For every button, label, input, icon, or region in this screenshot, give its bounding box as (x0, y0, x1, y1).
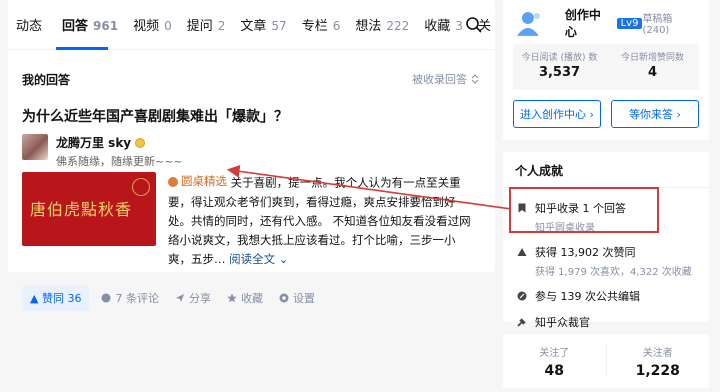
section-title: 我的回答 (22, 72, 71, 87)
star-icon (227, 293, 237, 302)
tab-thoughts[interactable]: 想法 222 (355, 15, 409, 34)
creator-buttons: 进入创作中心 › 等你来答 › (503, 90, 709, 128)
stat-reads: 今日阅读 (播放) 数 3,537 (521, 53, 598, 80)
creator-center-card: 创作中心 Lv9 草稿箱(240) 今日阅读 (播放) 数 3,537 今日新增… (503, 0, 709, 140)
roundtable-pick-tag[interactable]: 圆桌精选 (168, 172, 227, 191)
achievement-votes-sub: 获得 1,979 次喜欢，4,322 次收藏 (535, 267, 692, 278)
follow-stats-card: 关注了 48 关注者 1,228 (503, 334, 709, 388)
followers-count[interactable]: 关注者 1,228 (607, 344, 710, 388)
achievement-role: 知乎众裁官 (503, 304, 709, 330)
collect-button[interactable]: 收藏 (227, 290, 263, 306)
share-button[interactable]: 分享 (175, 290, 211, 306)
enter-creator-center-button[interactable]: 进入创作中心 › (513, 100, 601, 128)
gear-icon (279, 293, 289, 302)
search-icon[interactable] (465, 16, 483, 34)
roundtable-icon (168, 176, 178, 187)
sidebar: 创作中心 Lv9 草稿箱(240) 今日阅读 (播放) 数 3,537 今日新增… (503, 0, 709, 388)
main-column: 动态 回答 961 视频 0 提问 2 文章 57 专栏 6 想法 222 收藏 3 关 我的… (8, 0, 495, 311)
creator-avatar-icon (516, 12, 540, 36)
answer-actions: ▲ 赞同 36 7 条评论 分享 收藏 设置 (8, 269, 495, 311)
tab-activity[interactable]: 动态 (16, 15, 47, 34)
tab-columns[interactable]: 专栏 6 (302, 15, 341, 34)
tab-answers[interactable]: 回答 961 (62, 15, 118, 34)
thumbnail-text: 唐伯虎點秋香 (30, 200, 133, 219)
tab-collections[interactable]: 收藏 3 (424, 15, 463, 34)
upvote-icon (517, 248, 527, 256)
level-badge: Lv9 (616, 17, 643, 29)
tab-articles[interactable]: 文章 57 (240, 15, 286, 34)
answers-card: 动态 回答 961 视频 0 提问 2 文章 57 专栏 6 想法 222 收藏 3 关 我的… (8, 0, 495, 311)
answer-thumbnail[interactable]: 唐伯虎點秋香 (22, 172, 156, 246)
tab-videos[interactable]: 视频 0 (133, 15, 172, 34)
thumbnail-decoration (132, 178, 150, 196)
answer-questions-button[interactable]: 等你来答 › (611, 100, 699, 128)
achievements-title: 个人成就 (503, 152, 709, 188)
gavel-icon (517, 318, 526, 327)
achievement-edits: 参与 139 次公共编辑 (503, 278, 709, 304)
creator-title: 创作中心 (564, 8, 601, 39)
profile-tabs: 动态 回答 961 视频 0 提问 2 文章 57 专栏 6 想法 222 收藏 3 关 (8, 0, 495, 50)
active-tab-indicator (56, 47, 108, 50)
author-row: 龙腾万里 sky 佛系随缘，随缘更新~~~ (8, 126, 495, 168)
comments-button[interactable]: 7 条评论 (101, 290, 159, 306)
author-bio: 佛系随缘，随缘更新~~~ (56, 155, 183, 168)
highlight-box (509, 187, 659, 233)
profile-page: 动态 回答 961 视频 0 提问 2 文章 57 专栏 6 想法 222 收藏 3 关 我的… (0, 0, 720, 392)
following-count[interactable]: 关注了 48 (503, 344, 606, 388)
stat-new-votes: 今日新增赞同数 4 (620, 53, 684, 80)
badge-icon (135, 137, 146, 148)
edit-icon (517, 291, 527, 301)
sort-dropdown[interactable]: 被收录回答 (412, 71, 479, 87)
answer-content: 唐伯虎點秋香 圆桌精选 关于喜剧，提一点。我个人认为有一点至关重要，得让观众老爷… (8, 162, 495, 269)
answers-header: 我的回答 被收录回答 (8, 50, 495, 94)
creator-header: 创作中心 Lv9 草稿箱(240) (503, 0, 709, 39)
comment-icon (101, 293, 111, 302)
achievements-card: 个人成就 知乎收录 1 个回答 知乎圆桌收录 获得 13,902 次赞同 获得 … (503, 152, 709, 329)
share-icon (175, 293, 184, 302)
question-title[interactable]: 为什么近些年国产喜剧剧集难出「爆款」？ (8, 94, 495, 126)
achievement-votes: 获得 13,902 次赞同 获得 1,979 次喜欢，4,322 次收藏 (503, 234, 709, 278)
avatar[interactable] (22, 134, 48, 160)
read-more-link[interactable]: 阅读全文 ⌄ (229, 252, 288, 266)
sort-icon (471, 74, 479, 84)
creator-stats: 今日阅读 (播放) 数 3,537 今日新增赞同数 4 (513, 44, 699, 90)
drafts-link[interactable]: 草稿箱(240) (642, 10, 699, 36)
tab-questions[interactable]: 提问 2 (187, 15, 226, 34)
author-name[interactable]: 龙腾万里 sky (56, 134, 183, 151)
settings-button[interactable]: 设置 (279, 290, 315, 306)
upvote-button[interactable]: ▲ 赞同 36 (22, 284, 90, 311)
answer-excerpt[interactable]: 圆桌精选 关于喜剧，提一点。我个人认为有一点至关重要，得让观众老爷们爽到，看得过… (168, 172, 478, 269)
